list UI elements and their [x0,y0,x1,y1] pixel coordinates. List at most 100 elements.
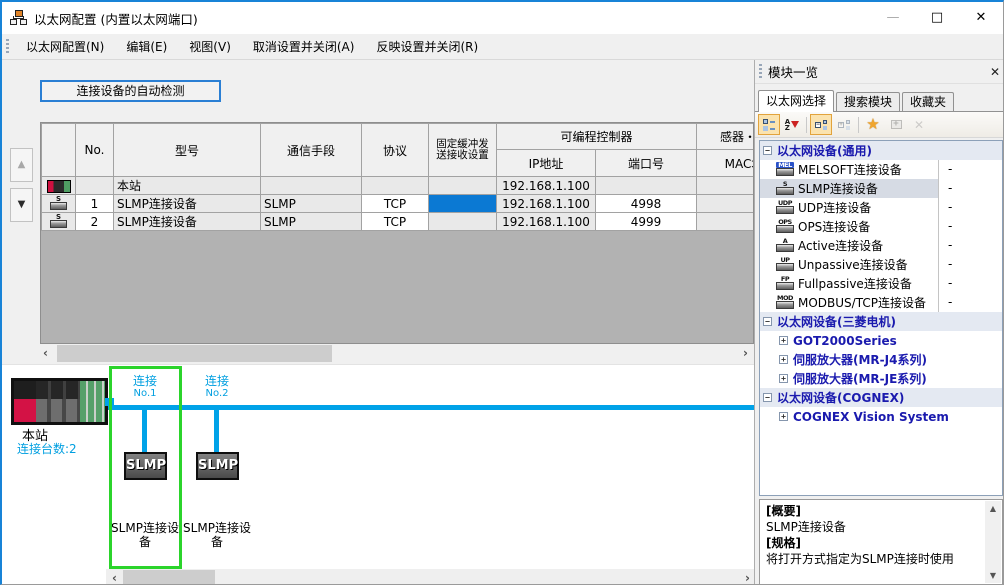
cell-port[interactable]: 4999 [596,213,697,231]
cell-ip[interactable]: 192.168.1.100 [497,177,596,195]
cell-ip[interactable]: 192.168.1.100 [497,195,596,213]
close-button[interactable]: ✕ [959,3,1003,33]
col-comm: 通信手段 [261,124,362,177]
cell-no[interactable]: 1 [76,195,114,213]
col-mac: MAC地址 [697,150,754,177]
row-move-up-button[interactable]: ▲ [10,148,33,182]
cell-port[interactable] [596,177,697,195]
cell-comm[interactable] [261,177,362,195]
panel-title: 模块一览 [768,62,984,81]
table-horizontal-scrollbar[interactable]: ‹ › [37,344,754,363]
cell-comm[interactable]: SLMP [261,213,362,231]
col-no: No. [76,124,114,177]
diagram-scroll-thumb[interactable] [123,570,215,585]
menu-edit[interactable]: 编辑(E) [115,35,178,59]
menu-ethernet-config[interactable]: 以太网配置(N) [15,35,115,59]
list-item-udp[interactable]: UDP UDP连接设备 - [760,198,1002,217]
cell-mac[interactable] [697,213,754,231]
group-ethernet-cognex[interactable]: −以太网设备(COGNEX) [760,388,1002,407]
list-item-got2000[interactable]: +GOT2000Series [760,331,1002,350]
connection2-device[interactable]: SLMP [196,452,239,480]
diagram-horizontal-scrollbar[interactable]: ‹ › [106,569,756,585]
favorite-star-icon[interactable]: ★ [862,114,884,135]
panel-drag-handle[interactable] [759,64,762,80]
title-bar: 以太网配置 (内置以太网端口) — □ ✕ [2,2,1003,34]
scroll-right-icon[interactable]: › [737,344,754,363]
cell-buffer[interactable] [429,177,497,195]
collapse-icon: − [763,393,772,402]
cell-protocol[interactable] [362,177,429,195]
main-area: 连接设备的自动检测 ▲ ▼ No. 型号 通信手段 协议 固定缓冲发 送接收设置 [2,60,754,585]
cell-no[interactable]: 2 [76,213,114,231]
table-row-1: S 1 SLMP连接设备 SLMP TCP 192.168.1.100 4998 [42,195,755,213]
cell-model[interactable]: 本站 [114,177,261,195]
cell-mac[interactable] [697,195,754,213]
cell-no[interactable] [76,177,114,195]
add-favorite-icon[interactable]: + [885,114,907,135]
collapse-all-icon[interactable]: + [833,114,855,135]
auto-detect-button[interactable]: 连接设备的自动检测 [40,80,221,102]
cell-ip[interactable]: 192.168.1.100 [497,213,596,231]
group-ethernet-generic[interactable]: −以太网设备(通用) [760,141,1002,160]
cell-buffer-selected[interactable] [429,195,497,213]
panel-tabs: 以太网选择 搜索模块 收藏夹 [755,84,1004,112]
maximize-button[interactable]: □ [915,3,959,33]
table-scroll-thumb[interactable] [57,345,332,362]
list-item-unpassive[interactable]: UP Unpassive连接设备 - [760,255,1002,274]
tab-search-module[interactable]: 搜索模块 [836,92,900,111]
host-plc-graphic[interactable] [11,378,108,425]
cell-buffer[interactable] [429,213,497,231]
connection2-label: 连接 No.2 [187,375,247,399]
list-item-mrje[interactable]: +伺服放大器(MR-JE系列) [760,369,1002,388]
list-item-ops[interactable]: OPS OPS连接设备 - [760,217,1002,236]
list-item-fullpassive[interactable]: FP Fullpassive连接设备 - [760,274,1002,293]
sort-az-icon[interactable]: AZ [781,114,803,135]
host-plc-icon[interactable] [42,177,76,195]
menu-apply-close[interactable]: 反映设置并关闭(R) [365,35,489,59]
menu-cancel-close[interactable]: 取消设置并关闭(A) [242,35,366,59]
scroll-up-icon[interactable]: ▲ [985,501,1001,516]
delete-icon[interactable]: ✕ [908,114,930,135]
cell-comm[interactable]: SLMP [261,195,362,213]
slmp-device-icon[interactable]: S [42,213,76,231]
expand-all-icon[interactable]: − [810,114,832,135]
tree-view-icon[interactable] [758,114,780,135]
list-item-cognex-vision[interactable]: +COGNEX Vision System [760,407,1002,426]
slmp-device-icon: S [776,181,794,196]
list-item-melsoft[interactable]: MEL MELSOFT连接设备 - [760,160,1002,179]
table-row-2: S 2 SLMP连接设备 SLMP TCP 192.168.1.100 4999 [42,213,755,231]
panel-close-icon[interactable]: ✕ [984,65,1004,79]
list-item-modbus[interactable]: MOD MODBUS/TCP连接设备 - [760,293,1002,312]
scroll-left-icon[interactable]: ‹ [106,569,123,585]
cell-mac[interactable] [697,177,754,195]
row-move-down-button[interactable]: ▼ [10,188,33,222]
info-spec-header: [规格] [766,535,982,551]
cell-model[interactable]: SLMP连接设备 [114,213,261,231]
tab-favorites[interactable]: 收藏夹 [902,92,954,111]
info-vertical-scrollbar[interactable]: ▲ ▼ [985,501,1001,583]
cell-protocol[interactable]: TCP [362,213,429,231]
col-ip: IP地址 [497,150,596,177]
app-icon [10,10,28,26]
panel-toolbar: AZ − + ★ + ✕ [755,112,1004,138]
list-item-mrj4[interactable]: +伺服放大器(MR-J4系列) [760,350,1002,369]
col-model: 型号 [114,124,261,177]
table-row-host: 本站 192.168.1.100 [42,177,755,195]
list-item-slmp[interactable]: S SLMP连接设备 - [760,179,1002,198]
cell-port[interactable]: 4998 [596,195,697,213]
menu-drag-handle[interactable] [6,39,9,55]
scroll-down-icon[interactable]: ▼ [985,568,1001,583]
tab-ethernet-select[interactable]: 以太网选择 [758,90,834,112]
active-device-icon: A [776,238,794,253]
cell-model[interactable]: SLMP连接设备 [114,195,261,213]
menu-view[interactable]: 视图(V) [178,35,242,59]
list-item-active[interactable]: A Active连接设备 - [760,236,1002,255]
minimize-button[interactable]: — [871,3,915,33]
group-ethernet-mitsubishi[interactable]: −以太网设备(三菱电机) [760,312,1002,331]
connection1-device[interactable]: SLMP [124,452,167,480]
cell-protocol[interactable]: TCP [362,195,429,213]
scroll-left-icon[interactable]: ‹ [37,344,54,363]
expand-icon: + [779,374,788,383]
col-buffer: 固定缓冲发 送接收设置 [429,124,497,177]
slmp-device-icon[interactable]: S [42,195,76,213]
